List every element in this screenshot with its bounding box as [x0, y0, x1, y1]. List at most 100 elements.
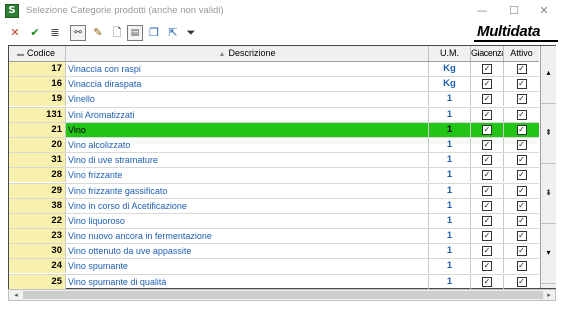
table-row[interactable]: 21 Vino 1 ✓ ✓: [9, 122, 539, 138]
copy-button[interactable]: ❐: [146, 25, 162, 41]
giacenza-checkbox[interactable]: ✓: [482, 109, 492, 120]
filter-button[interactable]: ⏷: [183, 25, 199, 41]
document-icon: 🗋: [112, 26, 122, 39]
column-header-code[interactable]: ▬ Codice: [9, 46, 66, 61]
giacenza-checkbox[interactable]: ✓: [482, 94, 492, 105]
attivo-checkbox[interactable]: ✓: [516, 139, 527, 150]
column-header-giacenza[interactable]: Giacenza: [471, 46, 504, 61]
cell-um: 1: [429, 137, 471, 152]
attivo-checkbox[interactable]: ✓: [516, 276, 527, 287]
page-up-button[interactable]: ⇞: [541, 106, 556, 164]
cell-description: Vino: [66, 122, 429, 137]
app-icon: S: [5, 4, 19, 18]
page-down-button[interactable]: ⇟: [541, 166, 556, 224]
giacenza-checkbox[interactable]: ✓: [482, 231, 492, 242]
new-doc-button[interactable]: 🗋: [109, 25, 125, 41]
table-row[interactable]: 25 Vino spumante di qualità 1 ✓ ✓: [9, 274, 539, 290]
giacenza-checkbox[interactable]: ✓: [482, 200, 492, 211]
cell-code: 16: [9, 77, 66, 92]
horizontal-scrollbar[interactable]: ◂ ▸: [8, 289, 556, 301]
column-header-description[interactable]: ▲ Descrizione: [66, 46, 429, 61]
export-button[interactable]: ⇱: [165, 25, 181, 41]
giacenza-checkbox[interactable]: ✓: [482, 124, 492, 135]
giacenza-checkbox[interactable]: ✓: [482, 64, 492, 74]
attivo-checkbox[interactable]: ✓: [516, 79, 527, 90]
table-row[interactable]: 19 Vinello 1 ✓ ✓: [9, 92, 539, 108]
maximize-button[interactable]: ☐: [501, 2, 527, 20]
title-bar: S Selezione Categorie prodotti (anche no…: [0, 0, 564, 22]
attivo-checkbox[interactable]: ✓: [516, 215, 527, 226]
cell-um: 1: [429, 198, 471, 213]
stack-button[interactable]: ≣: [47, 25, 63, 41]
cell-description: Vino frizzante: [66, 168, 429, 183]
giacenza-checkbox[interactable]: ✓: [482, 139, 492, 150]
giacenza-checkbox[interactable]: ✓: [482, 276, 492, 287]
confirm-button[interactable]: ✔: [27, 25, 43, 41]
giacenza-checkbox[interactable]: ✓: [482, 246, 492, 257]
document-edit-icon: ▤: [130, 28, 140, 38]
scroll-left-icon[interactable]: ◂: [10, 290, 22, 300]
column-header-um[interactable]: U.M.: [429, 46, 471, 61]
table-row[interactable]: 20 Vino alcolizzato 1 ✓ ✓: [9, 137, 539, 154]
cell-giacenza: ✓: [471, 137, 504, 152]
binoculars-button[interactable]: ⚯: [70, 25, 86, 41]
table-row[interactable]: 30 Vino ottenuto da uve appassite 1 ✓ ✓: [9, 244, 539, 260]
cell-description: Vinello: [66, 92, 429, 107]
giacenza-checkbox[interactable]: ✓: [482, 79, 492, 90]
close-button[interactable]: ✕: [531, 2, 557, 20]
last-page-button[interactable]: ▾: [541, 226, 556, 284]
attivo-checkbox[interactable]: ✓: [516, 261, 527, 272]
giacenza-checkbox[interactable]: ✓: [482, 261, 492, 272]
table-row[interactable]: 22 Vino liquoroso 1 ✓ ✓: [9, 213, 539, 230]
attivo-checkbox[interactable]: ✓: [516, 185, 527, 196]
attivo-checkbox[interactable]: ✓: [516, 94, 527, 105]
cell-code: 31: [9, 153, 66, 168]
attivo-checkbox[interactable]: ✓: [516, 170, 527, 181]
table-row[interactable]: 28 Vino frizzante 1 ✓ ✓: [9, 168, 539, 184]
cell-um: 1: [429, 168, 471, 183]
table-row[interactable]: 23 Vino nuovo ancora in fermentazione 1 ✓ ✓: [9, 229, 539, 245]
giacenza-checkbox[interactable]: ✓: [482, 170, 492, 181]
attivo-checkbox[interactable]: ✓: [516, 246, 527, 257]
cell-giacenza: ✓: [471, 153, 504, 168]
categories-grid: ▬ Codice ▲ Descrizione U.M. Giacenza Attiv…: [8, 45, 556, 290]
edit-button[interactable]: ✎: [90, 25, 106, 41]
attivo-checkbox[interactable]: ✓: [516, 124, 527, 135]
giacenza-checkbox[interactable]: ✓: [482, 185, 492, 196]
scroll-right-icon[interactable]: ▸: [543, 290, 555, 300]
table-row[interactable]: 131 Vini Aromatizzati 1 ✓ ✓: [9, 107, 539, 123]
cell-code: 17: [9, 62, 66, 76]
attivo-checkbox[interactable]: ✓: [516, 231, 527, 242]
column-header-attivo[interactable]: Attivo: [504, 46, 539, 61]
cancel-button[interactable]: ✕: [7, 25, 23, 41]
cell-um: 1: [429, 259, 471, 274]
first-page-button[interactable]: ▴: [541, 46, 556, 104]
attivo-checkbox[interactable]: ✓: [516, 109, 527, 120]
table-row[interactable]: 24 Vino spumante 1 ✓ ✓: [9, 259, 539, 275]
cell-giacenza: ✓: [471, 92, 504, 107]
cell-attivo: ✓: [504, 62, 539, 76]
arrow-up-icon: ▴: [546, 68, 551, 77]
attivo-checkbox[interactable]: ✓: [516, 64, 527, 74]
giacenza-checkbox[interactable]: ✓: [482, 215, 492, 226]
cell-description: Vini Aromatizzati: [66, 107, 429, 122]
attivo-checkbox[interactable]: ✓: [516, 155, 527, 166]
scroll-thumb[interactable]: [23, 291, 543, 299]
cell-code: 21: [9, 122, 66, 137]
copy-icon: ❐: [149, 26, 159, 39]
minimize-button[interactable]: —: [469, 2, 495, 20]
record-navigator: ▴ ⇞ ⇟ ▾: [540, 46, 556, 288]
cell-um: 1: [429, 183, 471, 198]
table-row[interactable]: 17 Vinaccia con raspi Kg ✓ ✓: [9, 62, 539, 78]
table-row[interactable]: 38 Vino in corso di Acetificazione 1 ✓ ✓: [9, 198, 539, 214]
giacenza-checkbox[interactable]: ✓: [482, 155, 492, 166]
cell-attivo: ✓: [504, 77, 539, 91]
table-row[interactable]: 16 Vinaccia diraspata Kg ✓ ✓: [9, 77, 539, 93]
attivo-checkbox[interactable]: ✓: [516, 200, 527, 211]
cell-giacenza: ✓: [471, 168, 504, 183]
edit-doc-button[interactable]: ▤: [127, 25, 143, 41]
cell-giacenza: ✓: [471, 259, 504, 274]
brand-text: Multidata: [477, 23, 541, 40]
table-row[interactable]: 31 Vino di uve stramature 1 ✓ ✓: [9, 153, 539, 169]
table-row[interactable]: 29 Vino frizzante gassificato 1 ✓ ✓: [9, 183, 539, 199]
